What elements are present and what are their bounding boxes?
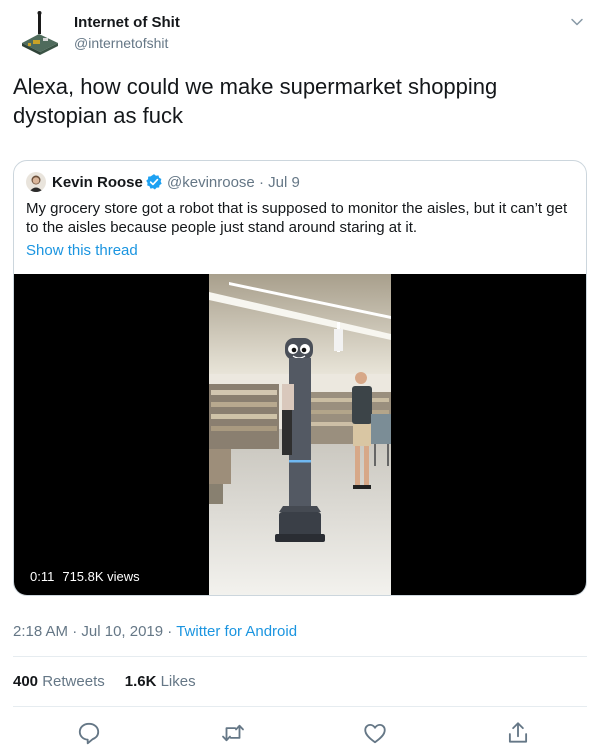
show-thread-link[interactable]: Show this thread bbox=[26, 242, 138, 259]
quoted-tweet[interactable]: Kevin Roose @kevinroose · Jul 9 My groce… bbox=[13, 160, 587, 596]
retweet-icon[interactable] bbox=[220, 720, 246, 746]
share-icon[interactable] bbox=[505, 720, 531, 746]
quoted-avatar[interactable] bbox=[26, 172, 46, 192]
tweet-meta: 2:18 AM · Jul 10, 2019 · Twitter for And… bbox=[13, 623, 297, 640]
tweet-stats: 400 Retweets 1.6K Likes bbox=[13, 673, 216, 690]
likes-label: Likes bbox=[160, 673, 196, 690]
quoted-handle: @kevinroose bbox=[167, 174, 255, 191]
tweet-source-link[interactable]: Twitter for Android bbox=[176, 623, 297, 640]
tweet-date[interactable]: Jul 10, 2019 bbox=[81, 623, 163, 640]
quoted-text: My grocery store got a robot that is sup… bbox=[26, 200, 568, 236]
reply-icon[interactable] bbox=[76, 720, 102, 746]
chevron-down-icon[interactable] bbox=[568, 13, 586, 31]
retweets-count: 400 bbox=[13, 673, 39, 690]
tweet-header: Internet of Shit @internetofshit bbox=[0, 0, 600, 60]
quoted-handle-date[interactable]: @kevinroose · Jul 9 bbox=[167, 174, 300, 191]
quoted-date: Jul 9 bbox=[268, 174, 300, 191]
iot-logo-icon bbox=[16, 10, 64, 58]
tweet-time[interactable]: 2:18 AM bbox=[13, 623, 68, 640]
video-frame bbox=[209, 274, 391, 595]
separator: · bbox=[254, 174, 269, 191]
avatar[interactable] bbox=[16, 10, 64, 58]
display-name[interactable]: Internet of Shit bbox=[74, 14, 180, 31]
heart-icon[interactable] bbox=[362, 720, 388, 746]
divider bbox=[13, 706, 587, 707]
user-handle[interactable]: @internetofshit bbox=[74, 35, 168, 51]
video-stats-badge: 0:11 715.8K views bbox=[24, 566, 146, 588]
tweet-text: Alexa, how could we make supermarket sho… bbox=[13, 74, 498, 128]
action-bar bbox=[0, 718, 600, 748]
likes-count: 1.6K bbox=[124, 673, 157, 690]
likes-stat[interactable]: 1.6K Likes bbox=[125, 673, 196, 690]
verified-badge-icon bbox=[146, 174, 162, 190]
separator: · bbox=[68, 623, 82, 640]
video-player[interactable]: 0:11 715.8K views bbox=[14, 274, 586, 595]
quoted-display-name[interactable]: Kevin Roose bbox=[52, 174, 143, 191]
avatar-photo-icon bbox=[26, 172, 46, 192]
separator: · bbox=[163, 623, 177, 640]
retweets-stat[interactable]: 400 Retweets bbox=[13, 673, 105, 690]
video-duration: 0:11 bbox=[30, 569, 55, 584]
divider bbox=[13, 656, 587, 657]
retweets-label: Retweets bbox=[42, 673, 105, 690]
video-views: 715.8K views bbox=[62, 569, 140, 584]
